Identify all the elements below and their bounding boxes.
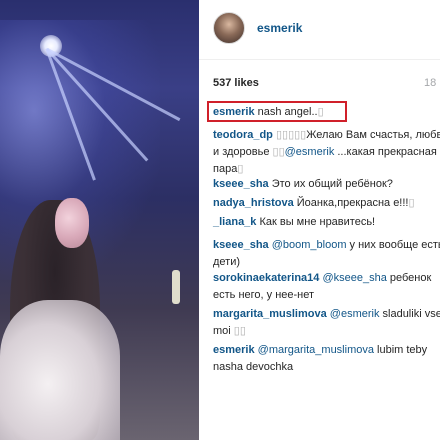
lamp <box>172 270 180 304</box>
comment-item: _liana_k Как вы мне нравитесь! <box>213 214 440 231</box>
post-time[interactable]: 18 <box>424 77 436 89</box>
mention-link[interactable]: @esmerik <box>330 308 380 320</box>
highlight-box <box>207 101 347 122</box>
comment-item: kseee_sha Это их общий ребёнок? <box>213 176 440 193</box>
comment-item: margarita_muslimova @esmerik sladuliki v… <box>213 306 440 340</box>
mention-link[interactable]: @boom_bloom <box>272 239 347 251</box>
mention-link[interactable]: @kseee_sha <box>322 272 386 284</box>
post-username[interactable]: esmerik <box>257 21 302 35</box>
emoji-glyph: ▯▯▯▯▯ <box>275 129 307 141</box>
comment-username[interactable]: sorokinaekaterina14 <box>213 272 319 284</box>
comment-item: sorokinaekaterina14 @kseee_sha ребенок е… <box>213 270 440 304</box>
comment-text: Как вы мне нравитесь! <box>256 216 376 228</box>
avatar[interactable] <box>213 12 245 44</box>
comment-item: nadya_hristova Йоанка,прекрасна е!!!▯ <box>213 195 440 212</box>
mention-link[interactable]: @esmerik <box>285 146 335 158</box>
comment-text: Йоанка,прекрасна е!!! <box>293 197 409 209</box>
comment-username[interactable]: margarita_muslimova <box>213 308 327 320</box>
emoji-glyph: ▯ <box>408 197 415 209</box>
comment-item: esmerik @margarita_muslimova lubim teby … <box>213 342 440 376</box>
flower-bouquet <box>55 198 89 248</box>
emoji-glyph: ▯ <box>237 163 244 175</box>
comment-username[interactable]: nadya_hristova <box>213 197 294 209</box>
emoji-glyph: ▯▯ <box>272 146 285 158</box>
comment-item: kseee_sha @boom_bloom у них вообще есть … <box>213 237 440 271</box>
emoji-glyph: ▯▯ <box>233 325 246 337</box>
comment-username[interactable]: esmerik <box>213 344 255 356</box>
post-photo[interactable] <box>0 0 199 440</box>
comments-panel: esmerik 537 likes 18 esmerik nash angel.… <box>199 0 440 440</box>
person-dress <box>0 300 120 440</box>
comment-username[interactable]: kseee_sha <box>213 178 269 190</box>
comment-text: Это их общий ребёнок? <box>268 178 393 190</box>
comment-username[interactable]: _liana_k <box>213 216 256 228</box>
comment-username[interactable]: teodora_dp <box>213 129 273 141</box>
comment-item: teodora_dp ▯▯▯▯▯Желаю Вам счастья, любви… <box>213 127 440 178</box>
likes-count[interactable]: 537 likes <box>213 77 259 89</box>
post-header: esmerik <box>199 0 440 60</box>
comment-username[interactable]: kseee_sha <box>213 239 269 251</box>
mention-link[interactable]: @margarita_muslimova <box>258 344 374 356</box>
